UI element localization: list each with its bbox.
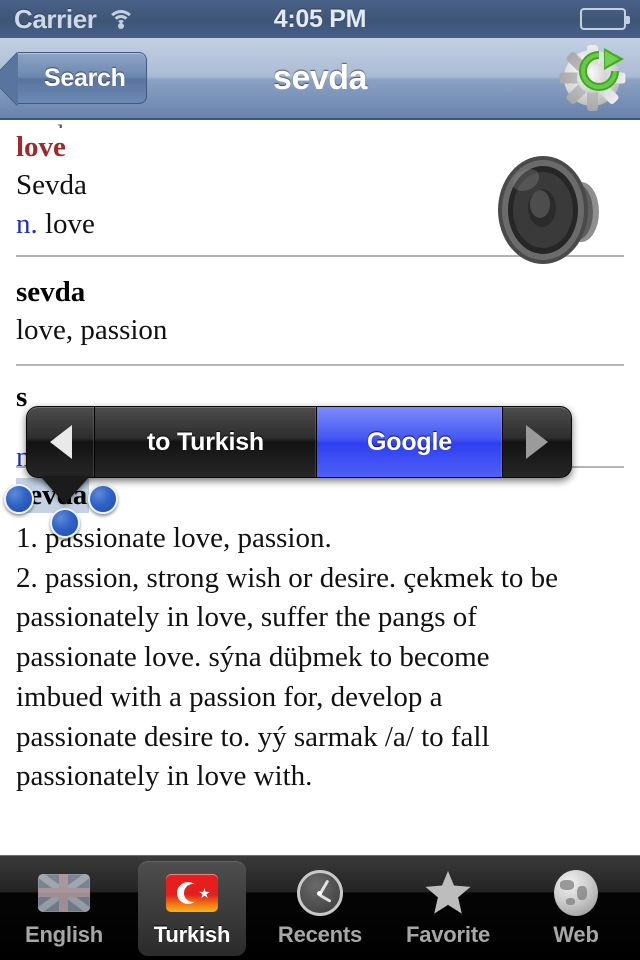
globe-icon — [546, 868, 606, 918]
definition-line: passionate love. sýna düþmek to become — [16, 641, 490, 674]
entry-gloss: love — [45, 208, 95, 241]
menu-next-button[interactable] — [503, 407, 571, 477]
entry-headword: sevda — [16, 275, 86, 308]
status-bar-time: 4:05 PM — [273, 4, 367, 33]
definition-line: imbued with a passion for, develop a — [16, 680, 443, 713]
selection-handle-right[interactable] — [88, 483, 118, 514]
context-menu-pointer — [40, 476, 90, 504]
dictionary-entry[interactable]: love Sevda n. love — [0, 128, 640, 264]
tab-label: Favorite — [406, 922, 490, 947]
status-bar: Carrier 4:05 PM — [0, 0, 640, 38]
battery-icon — [580, 8, 630, 30]
refresh-arrow-icon — [579, 48, 624, 91]
tab-english[interactable]: English — [0, 856, 128, 960]
tab-label: English — [24, 922, 104, 947]
back-button-label: Search — [44, 63, 126, 92]
definition-body: 1. passionate love, passion. 2. passion,… — [0, 519, 640, 797]
definition-line: passionately in love with. — [16, 760, 313, 793]
gear-refresh-icon[interactable] — [559, 45, 626, 111]
definition-line: passionately in love, suffer the pangs o… — [16, 601, 477, 634]
clock-icon — [290, 868, 350, 918]
tab-favorite[interactable]: Favorite — [384, 856, 512, 960]
tab-label: Turkish — [153, 922, 231, 947]
tab-label: Web — [553, 922, 599, 947]
navigation-bar: Search sevda — [0, 38, 640, 120]
part-of-speech: n. — [16, 208, 38, 241]
definition-line: passionate desire to. yý sarmak /a/ to f… — [16, 720, 490, 753]
tab-turkish[interactable]: Turkish — [128, 856, 256, 960]
definition-line: 2. passion, strong wish or desire. çekme… — [16, 561, 559, 594]
entry-definition: love, passion — [16, 313, 168, 346]
tab-label: Recents — [277, 922, 363, 947]
uk-flag-icon — [34, 868, 94, 918]
dictionary-entry[interactable]: sevda love, passion — [0, 257, 640, 350]
turkish-flag-icon — [162, 868, 222, 918]
menu-item-to-turkish[interactable]: to Turkish — [95, 407, 317, 477]
star-icon — [418, 868, 478, 918]
triangle-left-icon — [49, 425, 72, 459]
speaker-icon[interactable] — [496, 150, 606, 270]
tab-bar: English Turkish Recents Favorite Web — [0, 855, 640, 960]
selection-handle-bottom[interactable] — [50, 507, 80, 538]
selection-handle-left[interactable] — [4, 483, 34, 514]
context-menu[interactable]: to Turkish Google — [26, 406, 572, 478]
definition-scroll-area[interactable]: sevda love Sevda n. love sevda love, pas… — [0, 120, 640, 855]
menu-item-google[interactable]: Google — [317, 407, 503, 477]
definition-line: 1. passionate love, passion. — [16, 521, 332, 554]
menu-prev-button[interactable] — [27, 407, 95, 477]
tab-web[interactable]: Web — [512, 856, 640, 960]
clipped-top-line: sevda — [16, 120, 624, 128]
triangle-right-icon — [526, 425, 548, 459]
tab-recents[interactable]: Recents — [256, 856, 384, 960]
